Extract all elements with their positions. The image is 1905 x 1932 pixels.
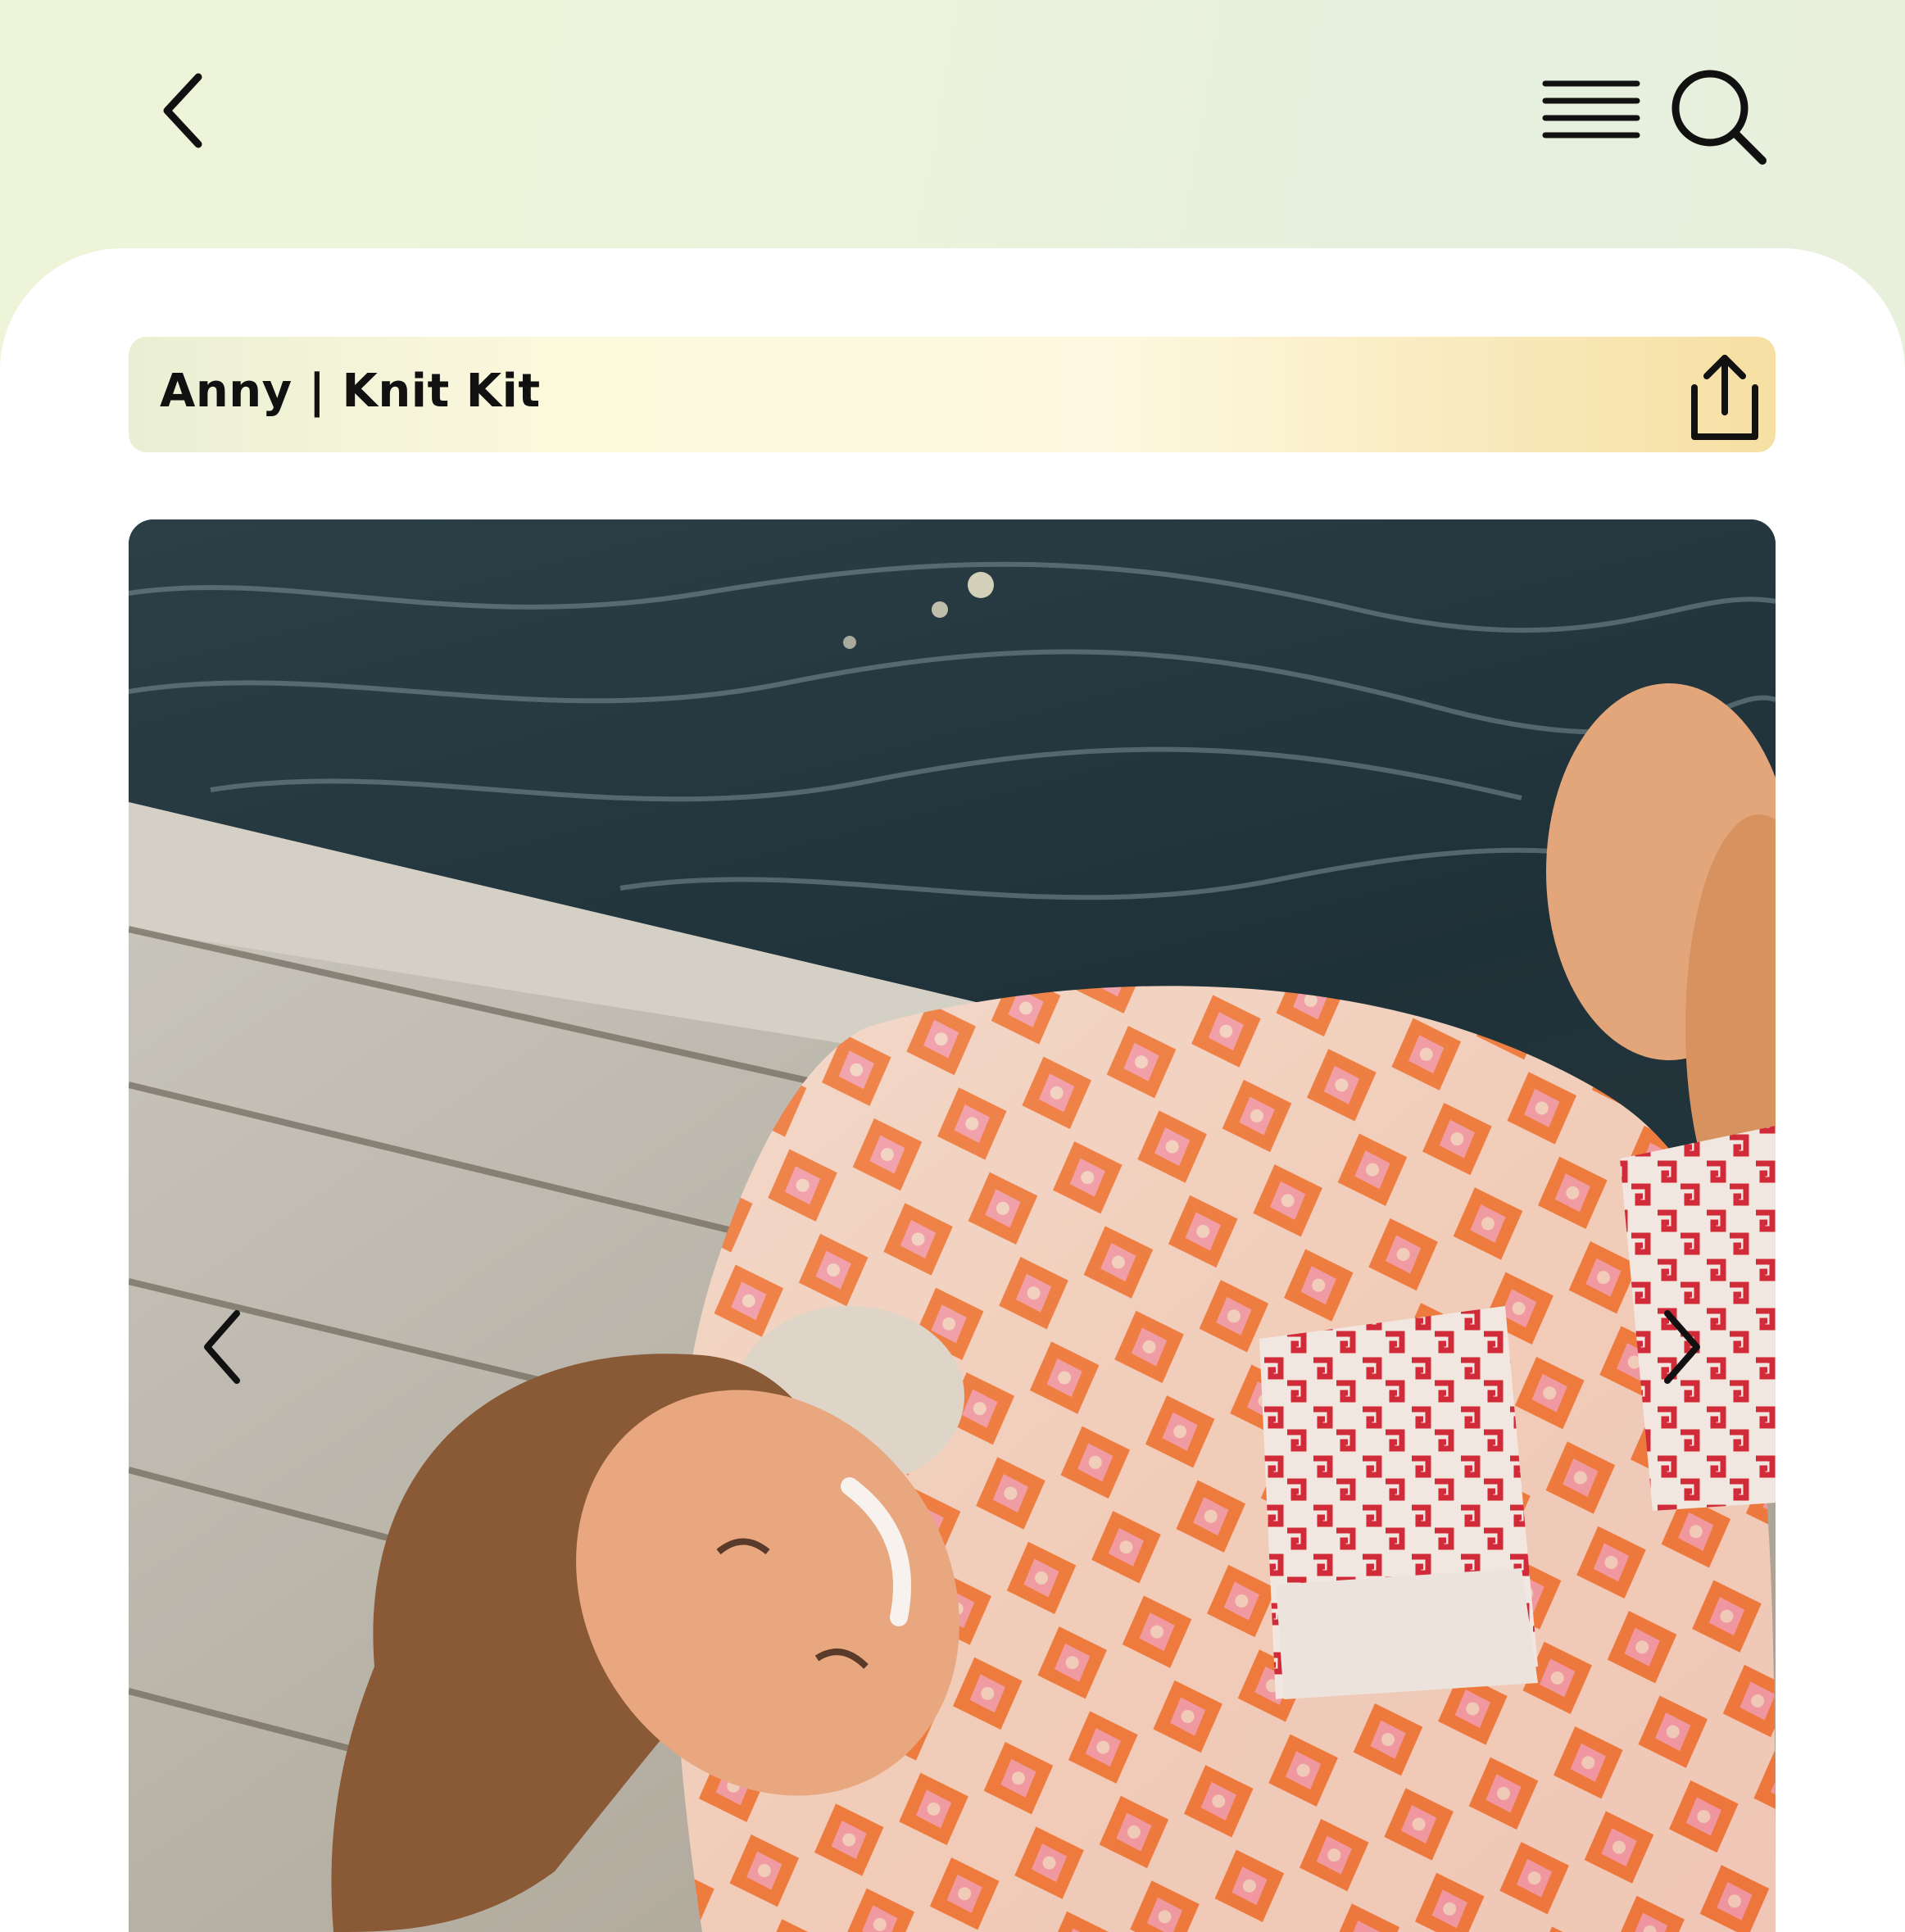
search-button[interactable] (1667, 66, 1770, 168)
share-button[interactable] (1671, 351, 1762, 443)
hamburger-menu-icon (1540, 74, 1643, 156)
carousel-prev-button[interactable] (186, 1302, 260, 1392)
top-bar (0, 0, 1905, 246)
product-photo (129, 519, 1776, 1932)
chevron-left-icon (186, 1302, 260, 1392)
chevron-right-icon (1644, 1302, 1718, 1392)
chevron-left-icon (147, 66, 221, 156)
product-image-carousel[interactable] (129, 519, 1776, 1932)
search-icon (1667, 66, 1770, 168)
product-title: Anny | Knit Kit (160, 365, 541, 418)
back-button[interactable] (147, 66, 221, 156)
share-icon (1671, 351, 1762, 443)
product-title-bar: Anny | Knit Kit (129, 337, 1776, 452)
carousel-next-button[interactable] (1644, 1302, 1718, 1392)
menu-button[interactable] (1540, 74, 1643, 156)
